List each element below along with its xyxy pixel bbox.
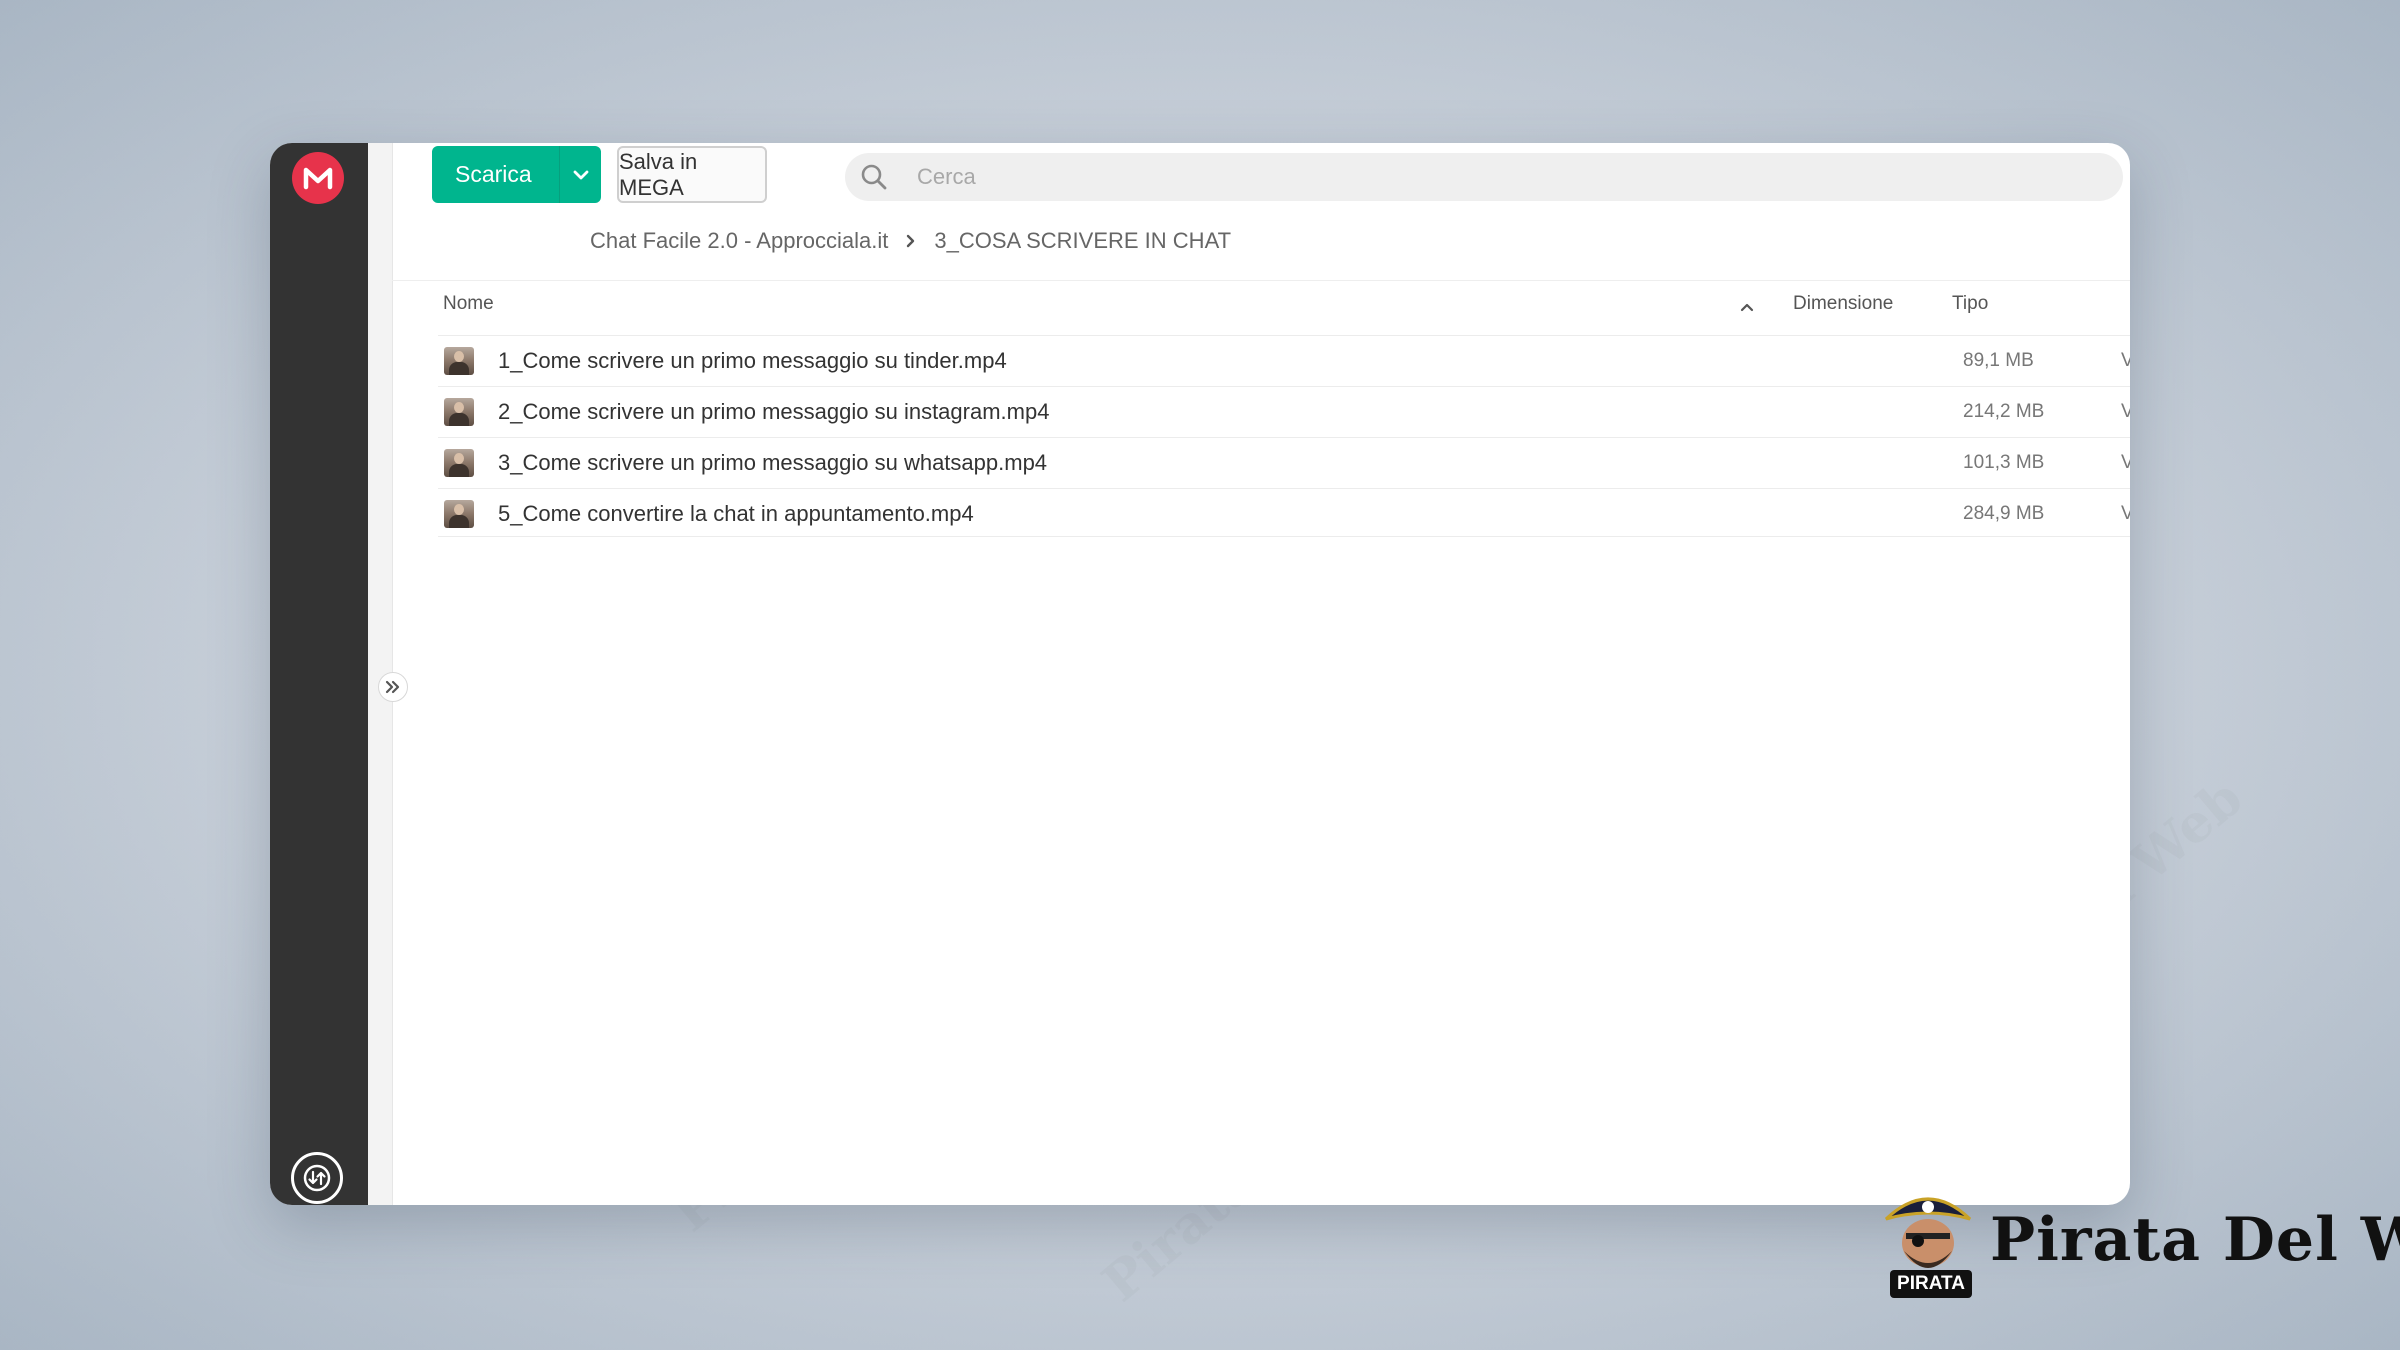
- table-bottom-divider: [438, 536, 2130, 537]
- file-name: 1_Come scrivere un primo messaggio su ti…: [498, 348, 1007, 373]
- sidebar: [270, 143, 368, 1205]
- expand-sidebar-button[interactable]: [378, 672, 408, 702]
- chevron-right-icon: [906, 234, 916, 248]
- video-thumbnail-icon: [444, 500, 474, 528]
- table-row[interactable]: 1_Come scrivere un primo messaggio su ti…: [438, 335, 2130, 386]
- column-header-size[interactable]: Dimensione: [1793, 293, 1893, 315]
- double-chevron-right-icon: [385, 680, 400, 694]
- file-name: 2_Come scrivere un primo messaggio su in…: [498, 399, 1050, 424]
- table-row[interactable]: 2_Come scrivere un primo messaggio su in…: [438, 386, 2130, 437]
- file-type: Video MPEG-4: [2121, 401, 2130, 422]
- file-size: 214,2 MB: [1963, 401, 2045, 422]
- file-size: 101,3 MB: [1963, 452, 2045, 473]
- save-to-mega-button[interactable]: Salva in MEGA: [617, 146, 767, 203]
- file-type: Video MPEG-4: [2121, 503, 2130, 524]
- file-size: 284,9 MB: [1963, 503, 2045, 524]
- mega-logo-icon[interactable]: [292, 152, 344, 204]
- table-row[interactable]: 5_Come convertire la chat in appuntament…: [438, 488, 2130, 539]
- search-bar[interactable]: [845, 153, 2123, 201]
- brand-badge: PIRATA: [1890, 1270, 1972, 1298]
- file-name: 3_Come scrivere un primo messaggio su wh…: [498, 450, 1048, 475]
- column-header-name[interactable]: Nome: [443, 293, 494, 315]
- breadcrumb: Chat Facile 2.0 - Approcciala.it 3_COSA …: [590, 226, 1231, 256]
- video-thumbnail-icon: [444, 449, 474, 477]
- mega-window: Scarica Salva in MEGA Chat Facile 2.0 - …: [270, 143, 2130, 1205]
- download-button[interactable]: Scarica: [432, 146, 601, 203]
- transfer-icon[interactable]: [291, 1152, 343, 1204]
- search-icon: [859, 162, 891, 192]
- file-type: Video MPEG-4: [2121, 350, 2130, 371]
- chevron-up-icon[interactable]: [1740, 299, 1754, 317]
- header-divider: [392, 280, 2130, 281]
- video-thumbnail-icon: [444, 398, 474, 426]
- download-label: Scarica: [455, 161, 532, 187]
- file-name: 5_Come convertire la chat in appuntament…: [498, 501, 974, 526]
- table-row[interactable]: 3_Come scrivere un primo messaggio su wh…: [438, 437, 2130, 488]
- chevron-down-icon[interactable]: [560, 169, 601, 181]
- brand-name: Pirata Del Web: [1990, 1205, 2400, 1275]
- column-header-type[interactable]: Tipo: [1952, 293, 1988, 315]
- file-type: Video MPEG-4: [2121, 452, 2130, 473]
- search-input[interactable]: [915, 163, 2019, 191]
- video-thumbnail-icon: [444, 347, 474, 375]
- file-size: 89,1 MB: [1963, 350, 2034, 371]
- breadcrumb-item-root[interactable]: Chat Facile 2.0 - Approcciala.it: [590, 228, 888, 254]
- breadcrumb-item-current[interactable]: 3_COSA SCRIVERE IN CHAT: [934, 228, 1231, 254]
